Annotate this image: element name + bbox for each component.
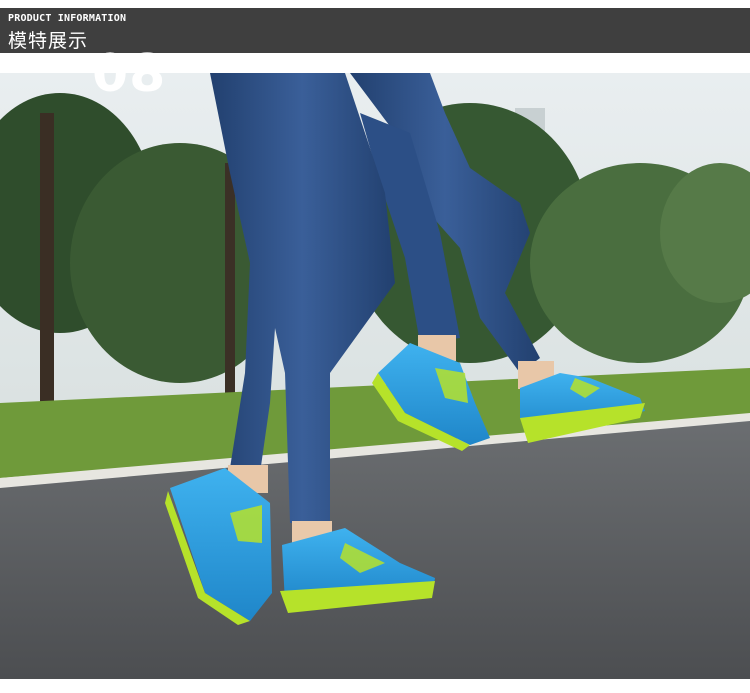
header-english-label: PRODUCT INFORMATION [8, 13, 127, 24]
photo-illustration [0, 73, 750, 679]
product-photo [0, 73, 750, 679]
photo-number: 08 [92, 44, 167, 104]
header-chinese-label: 模特展示 [8, 30, 89, 52]
